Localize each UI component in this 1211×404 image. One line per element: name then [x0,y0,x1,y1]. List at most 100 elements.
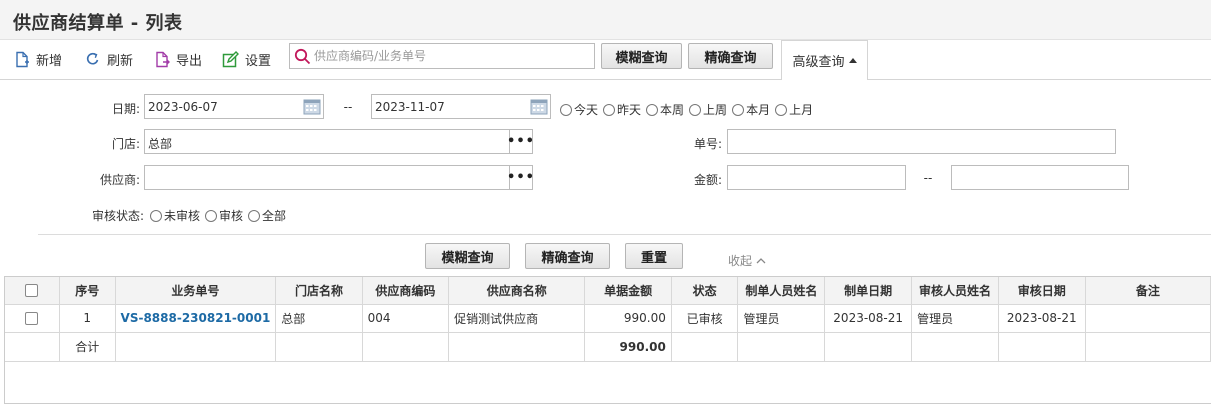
settlement-table: 序号 业务单号 门店名称 供应商编码 供应商名称 单据金额 状态 制单人员姓名 … [4,276,1211,404]
new-document-icon [16,51,29,67]
date-to-field[interactable]: 2023-11-07 [371,94,551,119]
amount-from-field[interactable] [727,165,906,190]
add-label: 新增 [36,53,63,69]
cell-creator: 管理员 [737,304,826,333]
more-icon: ••• [507,134,535,149]
panel-fuzzy-search-button[interactable]: 模糊查询 [425,243,510,269]
add-button[interactable]: 新增 [14,48,62,70]
amount-to-field[interactable] [951,165,1129,190]
table-row[interactable]: 1 VS-8888-230821-0001 总部 004 促销测试供应商 990… [5,304,1211,333]
search-input[interactable] [314,47,590,65]
exact-search-button[interactable]: 精确查询 [688,43,773,69]
quick-date-this-month[interactable]: 本月 [732,101,770,118]
quick-date-last-week[interactable]: 上周 [689,101,727,118]
amount-separator: -- [923,171,933,185]
settings-button[interactable]: 设置 [222,48,271,70]
quick-date-yesterday[interactable]: 昨天 [603,101,641,118]
quick-date-last-month[interactable]: 上月 [775,101,813,118]
column-header[interactable]: 供应商编码 [362,277,450,305]
cell-amount: 990.00 [584,304,672,333]
advanced-panel-border [0,79,1211,80]
quick-date-this-week[interactable]: 本周 [646,101,684,118]
refresh-button[interactable]: 刷新 [85,48,133,70]
column-header[interactable]: 审核日期 [998,277,1086,305]
edit-settings-icon [222,50,239,67]
collapse-label: 收起 [728,254,753,268]
date-separator: -- [343,100,353,114]
column-header[interactable]: 备注 [1085,277,1211,305]
more-icon: ••• [507,170,535,185]
column-header[interactable]: 单据金额 [584,277,672,305]
advanced-search-tab[interactable]: 高级查询 [781,40,868,80]
advanced-search-label: 高级查询 [792,55,845,70]
column-header[interactable]: 状态 [671,277,739,305]
store-label: 门店: [111,137,140,151]
cell-supplier-name: 促销测试供应商 [448,304,586,333]
row-checkbox[interactable] [25,312,39,325]
column-header[interactable]: 业务单号 [115,277,277,305]
cell-audit-date: 2023-08-21 [998,304,1086,333]
cell-order-no-link[interactable]: VS-8888-230821-0001 [115,304,277,333]
column-header[interactable]: 制单日期 [824,277,913,305]
store-picker-button[interactable]: ••• [507,130,535,153]
date-from-value: 2023-06-07 [148,100,218,114]
order-no-field[interactable] [727,129,1116,154]
calendar-icon [303,99,321,115]
panel-exact-search-button[interactable]: 精确查询 [525,243,610,269]
collapse-toggle[interactable]: 收起 [728,252,767,269]
table-total-row: 合计 990.00 [5,332,1211,362]
calendar-from-button[interactable] [301,95,323,118]
cell-auditor: 管理员 [911,304,999,333]
store-value: 总部 [148,137,173,151]
refresh-label: 刷新 [107,53,134,69]
export-label: 导出 [176,53,203,69]
audit-all-radio[interactable]: 全部 [248,207,286,224]
reset-button[interactable]: 重置 [625,243,683,269]
audit-status-label: 审核状态: [91,209,144,223]
column-header[interactable]: 门店名称 [275,277,363,305]
audit-audited-radio[interactable]: 审核 [205,207,243,224]
refresh-icon [86,52,99,65]
audit-unaudited-radio[interactable]: 未审核 [150,207,200,224]
row-select-cell[interactable] [5,304,60,333]
column-header[interactable]: 制单人员姓名 [737,277,826,305]
total-amount: 990.00 [584,332,672,362]
audit-status-options: 未审核 审核 全部 [150,207,291,224]
quick-date-options: 今天 昨天 本周 上周 本月 上月 [560,101,818,118]
search-box [289,43,595,69]
column-header[interactable]: 序号 [59,277,116,305]
divider [38,234,1211,235]
fuzzy-search-button[interactable]: 模糊查询 [601,43,682,69]
settings-label: 设置 [245,53,272,69]
export-button[interactable]: 导出 [154,48,202,70]
chevron-up-icon [756,257,766,263]
cell-supplier-code: 004 [362,304,450,333]
store-field[interactable]: 总部 ••• [144,129,535,154]
cell-store: 总部 [275,304,363,333]
page-title: 供应商结算单 - 列表 [13,13,183,34]
select-all-checkbox[interactable] [25,284,39,298]
quick-date-today[interactable]: 今天 [560,101,598,118]
supplier-picker-button[interactable]: ••• [507,166,535,189]
cell-seq: 1 [59,304,116,333]
date-to-value: 2023-11-07 [375,100,445,114]
amount-label: 金额: [693,173,722,187]
supplier-field[interactable]: ••• [144,165,535,190]
column-header[interactable]: 审核人员姓名 [911,277,999,305]
calendar-to-button[interactable] [528,95,550,118]
search-icon [294,48,311,65]
supplier-label: 供应商: [99,173,140,187]
total-label: 合计 [59,332,116,362]
calendar-icon [530,99,548,115]
date-from-field[interactable]: 2023-06-07 [144,94,324,119]
title-bar: 供应商结算单 - 列表 [0,0,1211,40]
column-header[interactable]: 供应商名称 [448,277,586,305]
table-header-row: 序号 业务单号 门店名称 供应商编码 供应商名称 单据金额 状态 制单人员姓名 … [5,277,1211,305]
caret-up-icon [848,57,857,63]
date-label: 日期: [111,102,140,116]
cell-create-date: 2023-08-21 [824,304,913,333]
cell-status: 已审核 [671,304,739,333]
select-all-cell[interactable] [5,277,60,305]
export-icon [156,51,170,67]
order-no-label: 单号: [693,137,722,151]
